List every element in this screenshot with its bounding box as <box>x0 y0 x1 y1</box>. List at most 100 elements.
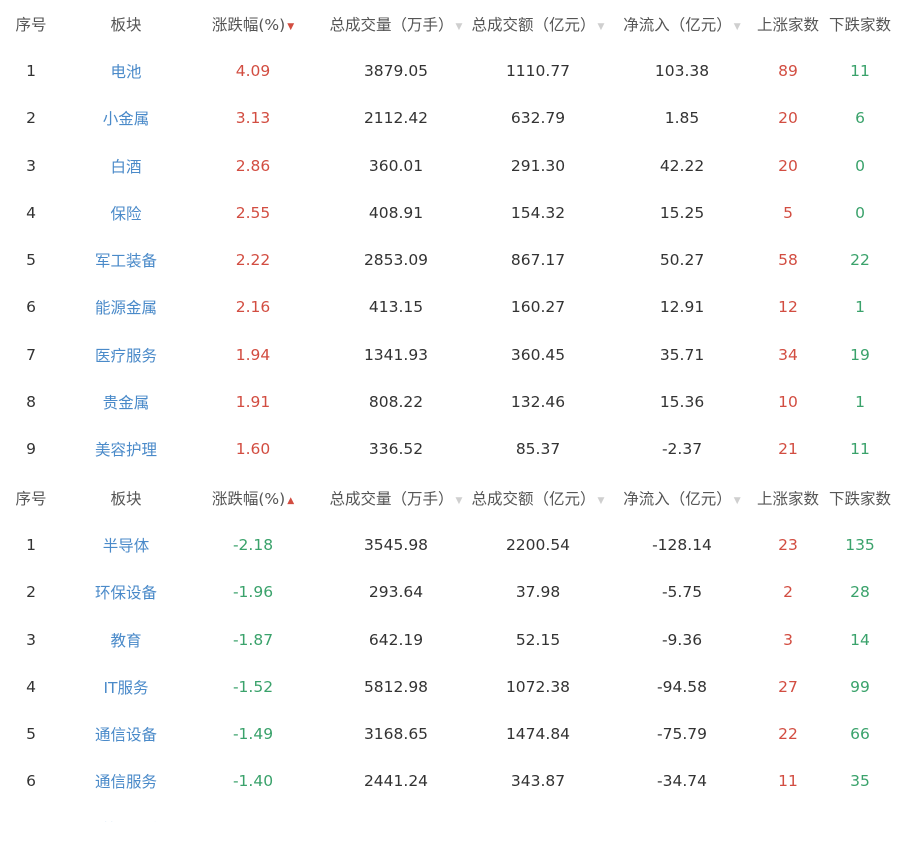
cell-sector[interactable]: 能源金属 <box>95 296 157 318</box>
cell-change-pct: 1.60 <box>235 440 271 459</box>
cell-volume: 3545.98 <box>363 535 429 554</box>
cell-rank: 7 <box>26 345 36 364</box>
cell-up-count: 27 <box>778 677 798 696</box>
cell-down-count: 0 <box>855 203 865 222</box>
cell-volume: 1341.93 <box>363 345 429 364</box>
table-row[interactable]: 2 小金属 3.13 2112.42 632.79 1.85 20 6 <box>0 95 900 142</box>
table-row[interactable]: 7 医疗服务 1.94 1341.93 360.45 35.71 34 19 <box>0 331 900 378</box>
cell-sector[interactable]: 电池 <box>110 60 141 82</box>
cell-sector[interactable]: 白酒 <box>110 155 141 177</box>
table-row[interactable]: 6 通信服务 -1.40 2441.24 343.87 -34.74 11 35 <box>0 758 900 805</box>
cell-down-count: 135 <box>845 535 875 554</box>
cell-down-count: 19 <box>850 345 870 364</box>
cell-rank: 8 <box>26 393 36 412</box>
cell-down-count: 99 <box>850 677 870 696</box>
cell-change-pct: -1.96 <box>232 583 274 602</box>
cell-change-pct: 1.94 <box>235 345 271 364</box>
table-row[interactable]: 5 通信设备 -1.49 3168.65 1474.84 -75.79 22 66 <box>0 710 900 757</box>
cell-sector[interactable]: 贵金属 <box>103 391 150 413</box>
header-volume[interactable]: 总成交量（万手） ▼ <box>330 487 463 509</box>
cell-sector[interactable]: 小金属 <box>103 107 150 129</box>
cell-volume: 5812.98 <box>363 677 429 696</box>
table-header: 序号 板块 涨跌幅(%) ▼ 总成交量（万手） ▼ 总成交额（亿元） ▼ 净流入（亿元） ▼ 上涨家… <box>0 0 900 47</box>
header-net-inflow[interactable]: 净流入（亿元） ▼ <box>623 13 740 35</box>
table-row[interactable]: 4 保险 2.55 408.91 154.32 15.25 5 0 <box>0 189 900 236</box>
cell-turnover: 2200.54 <box>505 535 571 554</box>
cell-up-count: 34 <box>778 345 798 364</box>
table-row[interactable]: 5 军工装备 2.22 2853.09 867.17 50.27 58 22 <box>0 236 900 283</box>
table-row[interactable]: 9 美容护理 1.60 336.52 85.37 -2.37 21 11 <box>0 426 900 473</box>
table-row[interactable]: 2 环保设备 -1.96 293.64 37.98 -5.75 2 28 <box>0 569 900 616</box>
cell-rank: 3 <box>26 630 36 649</box>
cell-turnover: 343.87 <box>510 772 566 791</box>
cell-volume: 2853.09 <box>363 251 429 270</box>
cell-up-count: 11 <box>778 772 798 791</box>
table-row[interactable]: 3 教育 -1.87 642.19 52.15 -9.36 3 14 <box>0 616 900 663</box>
cell-sector[interactable]: 美容护理 <box>95 438 157 460</box>
cell-rank: 5 <box>26 251 36 270</box>
header-turnover[interactable]: 总成交额（亿元） ▼ <box>472 13 605 35</box>
cell-sector[interactable]: 医疗服务 <box>95 344 157 366</box>
cell-change-pct: 3.13 <box>235 109 271 128</box>
header-sector: 板块 <box>110 487 141 509</box>
sort-icon[interactable]: ▼ <box>456 22 463 32</box>
table-row[interactable]: 3 白酒 2.86 360.01 291.30 42.22 20 0 <box>0 142 900 189</box>
cell-turnover: 52.15 <box>515 630 561 649</box>
cell-rank: 3 <box>26 156 36 175</box>
table-row[interactable]: 6 能源金属 2.16 413.15 160.27 12.91 12 1 <box>0 284 900 331</box>
sort-icon[interactable]: ▼ <box>598 496 605 506</box>
table-row[interactable]: 1 电池 4.09 3879.05 1110.77 103.38 89 11 <box>0 47 900 94</box>
header-label: 涨跌幅(%) <box>211 15 286 34</box>
cell-volume: 360.01 <box>368 156 424 175</box>
sort-icon[interactable]: ▼ <box>734 22 741 32</box>
cell-rank: 2 <box>26 109 36 128</box>
cell-turnover: 1110.77 <box>505 61 571 80</box>
cell-turnover: 132.46 <box>510 393 566 412</box>
header-label: 上涨家数 <box>756 15 820 34</box>
cell-sector[interactable]: 保险 <box>110 202 141 224</box>
cell-net-inflow: -34.74 <box>657 772 707 791</box>
header-turnover[interactable]: 总成交额（亿元） ▼ <box>472 487 605 509</box>
cell-down-count: 1 <box>855 298 865 317</box>
header-net-inflow[interactable]: 净流入（亿元） ▼ <box>623 487 740 509</box>
cell-sector[interactable]: 通信设备 <box>95 723 157 745</box>
cell-turnover: 360.45 <box>510 345 566 364</box>
sort-icon[interactable]: ▼ <box>456 496 463 506</box>
header-rank: 序号 <box>15 487 46 509</box>
table-row[interactable]: 8 贵金属 1.91 808.22 132.46 15.36 10 1 <box>0 378 900 425</box>
cell-up-count: 89 <box>778 61 798 80</box>
cell-down-count: 1 <box>855 393 865 412</box>
header-change-pct[interactable]: 涨跌幅(%) ▲ <box>212 487 294 509</box>
cell-net-inflow: 35.71 <box>659 345 705 364</box>
cell-sector[interactable]: 通信服务 <box>95 770 157 792</box>
cell-up-count: 21 <box>778 440 798 459</box>
cell-sector[interactable]: IT服务 <box>103 676 148 698</box>
cell-net-inflow: 50.27 <box>659 251 705 270</box>
sort-desc-icon[interactable]: ▼ <box>287 22 294 32</box>
header-volume[interactable]: 总成交量（万手） ▼ <box>330 13 463 35</box>
cell-volume: 808.22 <box>368 393 424 412</box>
table-header: 序号 板块 涨跌幅(%) ▲ 总成交量（万手） ▼ 总成交额（亿元） ▼ 净流入（亿元） ▼ 上涨家… <box>0 474 900 521</box>
cell-rank: 6 <box>26 772 36 791</box>
header-label: 总成交量（万手） <box>329 15 454 34</box>
cell-net-inflow: 103.38 <box>654 61 710 80</box>
cell-up-count: 22 <box>778 725 798 744</box>
header-up-count: 上涨家数 <box>757 13 819 35</box>
table-row[interactable]: 1 半导体 -2.18 3545.98 2200.54 -128.14 23 135 <box>0 521 900 568</box>
cell-volume: 336.52 <box>368 440 424 459</box>
sort-icon[interactable]: ▼ <box>734 496 741 506</box>
cell-change-pct: -1.87 <box>232 630 274 649</box>
cell-sector[interactable]: 教育 <box>110 629 141 651</box>
cell-sector[interactable]: 半导体 <box>103 534 150 556</box>
sort-icon[interactable]: ▼ <box>598 22 605 32</box>
cell-up-count: 23 <box>778 535 798 554</box>
sort-asc-icon[interactable]: ▲ <box>287 496 294 506</box>
cell-sector[interactable]: 军工装备 <box>95 249 157 271</box>
cell-rank: 1 <box>26 535 36 554</box>
cell-net-inflow: 42.22 <box>659 156 705 175</box>
cell-sector[interactable]: 环保设备 <box>95 581 157 603</box>
table-row[interactable]: 4 IT服务 -1.52 5812.98 1072.38 -94.58 27 99 <box>0 663 900 710</box>
cell-change-pct: 4.09 <box>235 61 271 80</box>
header-change-pct[interactable]: 涨跌幅(%) ▼ <box>212 13 294 35</box>
cell-down-count: 11 <box>850 440 870 459</box>
